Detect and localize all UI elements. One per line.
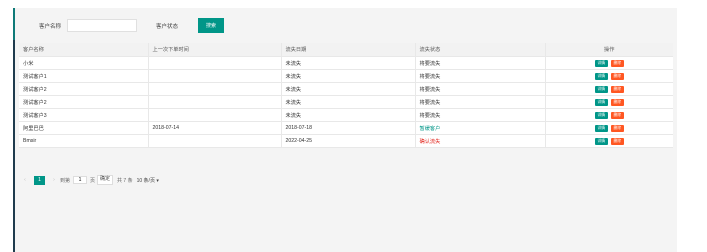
lost-date-cell: 未流失	[281, 82, 416, 96]
page-size-value: 10 条/页	[136, 177, 155, 184]
detail-button[interactable]: 详情	[594, 59, 608, 67]
column-header-last-order[interactable]: 上一次下单时间	[148, 43, 282, 57]
detail-button[interactable]: 详情	[594, 124, 608, 132]
customer-name-cell: Bmsir	[19, 134, 149, 148]
pagination: ‹ 1 › 到第 页 确定 共 7 条 10 条/页 ▾	[19, 174, 673, 186]
last-order-cell	[148, 108, 282, 122]
detail-button[interactable]: 详情	[594, 111, 608, 119]
table-row: 测试客户2 未流失 将要流失 详情 删除	[19, 95, 673, 109]
delete-button[interactable]: 删除	[610, 72, 624, 80]
lost-date-cell: 未流失	[281, 69, 416, 83]
delete-button[interactable]: 删除	[610, 137, 624, 145]
goto-confirm-button[interactable]: 确定	[97, 175, 114, 185]
detail-button[interactable]: 详情	[594, 85, 608, 93]
lost-date-cell: 2022-04-25	[281, 134, 416, 148]
actions-cell: 详情 删除	[545, 69, 673, 83]
last-order-cell: 2018-07-14	[148, 121, 282, 135]
customer-name-input[interactable]	[67, 19, 137, 32]
table-row: 阿里巴巴 2018-07-14 2018-07-18 暂缓客户 详情 删除	[19, 121, 673, 135]
current-page[interactable]: 1	[34, 175, 45, 185]
lost-date-cell: 未流失	[281, 108, 416, 122]
detail-button[interactable]: 详情	[594, 137, 608, 145]
customer-table: 客户名称 上一次下单时间 流失日期 流失状态 操作 小米 未流失 将要流失 详情 删除测…	[19, 43, 673, 148]
lost-status-cell: 将要流失	[415, 56, 546, 70]
delete-button[interactable]: 删除	[610, 59, 624, 67]
table-header-row: 客户名称 上一次下单时间 流失日期 流失状态 操作	[19, 43, 673, 57]
lost-status-cell: 将要流失	[415, 108, 546, 122]
actions-cell: 详情 删除	[545, 121, 673, 135]
column-header-actions: 操作	[545, 43, 673, 57]
goto-label: 到第	[60, 177, 71, 184]
lost-status-cell: 将要流失	[415, 69, 546, 83]
customer-name-cell: 小米	[19, 56, 149, 70]
column-header-name[interactable]: 客户名称	[19, 43, 149, 57]
column-header-status[interactable]: 流失状态	[415, 43, 546, 57]
search-button[interactable]: 搜索	[198, 18, 224, 33]
actions-cell: 详情 删除	[545, 134, 673, 148]
chevron-down-icon: ▾	[156, 177, 159, 184]
table-row: 测试客户2 未流失 将要流失 详情 删除	[19, 82, 673, 96]
detail-button[interactable]: 详情	[594, 72, 608, 80]
actions-cell: 详情 删除	[545, 108, 673, 122]
lost-status-cell: 暂缓客户	[415, 121, 546, 135]
column-header-lost-date[interactable]: 流失日期	[281, 43, 416, 57]
lost-date-cell: 未流失	[281, 56, 416, 70]
page-unit-label: 页	[90, 177, 96, 184]
last-order-cell	[148, 56, 282, 70]
lost-date-cell: 2018-07-18	[281, 121, 416, 135]
search-bar: 客户名称 客户状态 搜索	[15, 8, 677, 42]
page-size-select[interactable]: 10 条/页 ▾	[137, 177, 159, 184]
total-count: 共 7 条	[117, 177, 133, 184]
main-panel: 客户名称 客户状态 搜索 客户名称 上一次下单时间 流失日期 流失状态 操作 小…	[15, 8, 677, 252]
delete-button[interactable]: 删除	[610, 111, 624, 119]
customer-name-label: 客户名称	[39, 24, 62, 30]
customer-name-cell: 测试客户2	[19, 95, 149, 109]
last-order-cell	[148, 134, 282, 148]
customer-name-cell: 测试客户2	[19, 82, 149, 96]
customer-name-cell: 阿里巴巴	[19, 121, 149, 135]
delete-button[interactable]: 删除	[610, 85, 624, 93]
last-order-cell	[148, 95, 282, 109]
detail-button[interactable]: 详情	[594, 98, 608, 106]
lost-date-cell: 未流失	[281, 95, 416, 109]
actions-cell: 详情 删除	[545, 95, 673, 109]
delete-button[interactable]: 删除	[610, 124, 624, 132]
delete-button[interactable]: 删除	[610, 98, 624, 106]
last-order-cell	[148, 69, 282, 83]
customer-name-cell: 测试客户3	[19, 108, 149, 122]
actions-cell: 详情 删除	[545, 56, 673, 70]
actions-cell: 详情 删除	[545, 82, 673, 96]
lost-status-cell: 将要流失	[415, 82, 546, 96]
prev-page-button[interactable]: ‹	[19, 177, 31, 183]
next-page-button[interactable]: ›	[48, 177, 60, 183]
table-row: Bmsir 2022-04-25 确认流失 详情 删除	[19, 134, 673, 148]
customer-status-label: 客户状态	[156, 24, 179, 30]
goto-page-input[interactable]	[73, 176, 88, 184]
table-row: 测试客户3 未流失 将要流失 详情 删除	[19, 108, 673, 122]
lost-status-cell: 确认流失	[415, 134, 546, 148]
table-row: 小米 未流失 将要流失 详情 删除	[19, 56, 673, 70]
table-row: 测试客户1 未流失 将要流失 详情 删除	[19, 69, 673, 83]
lost-status-cell: 将要流失	[415, 95, 546, 109]
last-order-cell	[148, 82, 282, 96]
customer-name-cell: 测试客户1	[19, 69, 149, 83]
